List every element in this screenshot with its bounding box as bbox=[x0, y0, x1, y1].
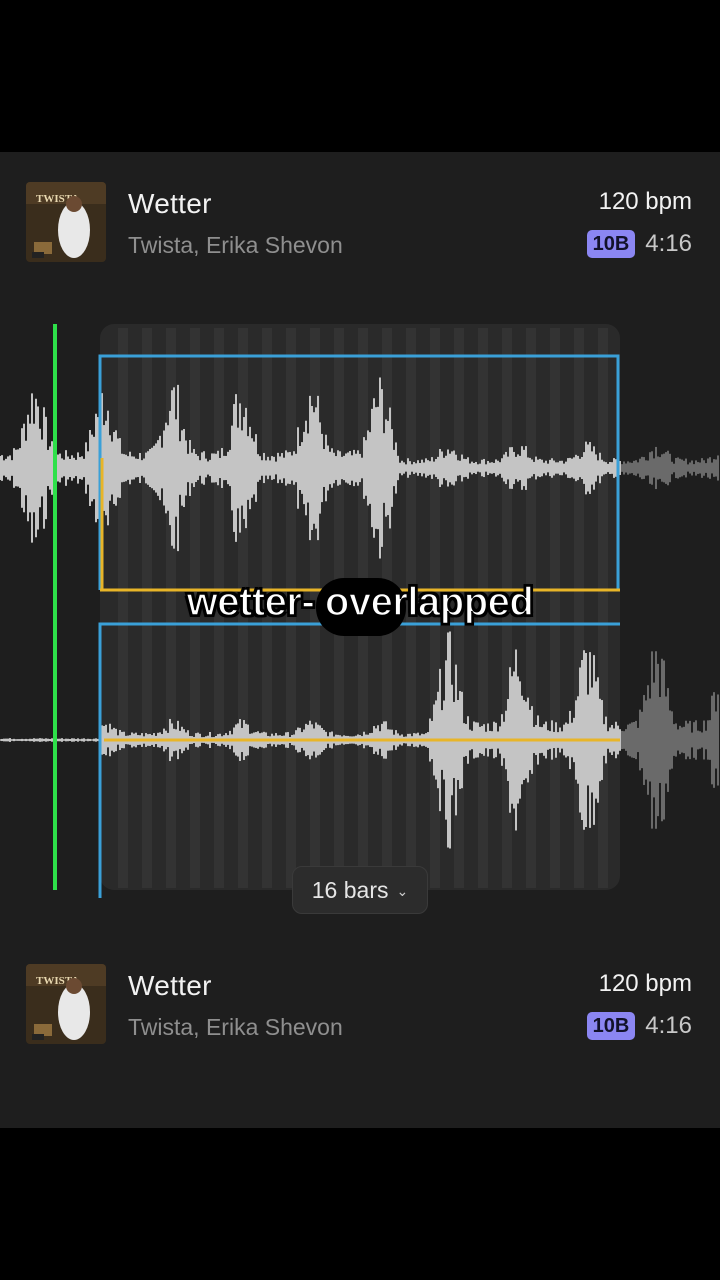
track-meta: 10B 4:16 bbox=[586, 230, 692, 258]
track-duration: 4:16 bbox=[645, 1012, 692, 1039]
track-row-top[interactable]: TWISTA Wetter Twista, Erika Shevon 120 b… bbox=[0, 180, 720, 264]
chevron-down-icon: ⌄ bbox=[396, 882, 409, 899]
track-title: Wetter bbox=[128, 188, 212, 219]
track-meta: 10B 4:16 bbox=[586, 1012, 692, 1040]
track-bpm: 120 bpm bbox=[598, 970, 692, 997]
track-duration: 4:16 bbox=[645, 230, 692, 257]
track-artist: Twista, Erika Shevon bbox=[128, 1014, 343, 1040]
video-caption: wetter- overlapped bbox=[186, 579, 535, 625]
track-row-bottom[interactable]: TWISTA Wetter Twista, Erika Shevon 120 b… bbox=[0, 962, 720, 1046]
album-cover: TWISTA bbox=[26, 182, 106, 262]
loop-length-label: 16 bars bbox=[311, 876, 389, 903]
key-badge: 10B bbox=[586, 1012, 636, 1040]
track-artist: Twista, Erika Shevon bbox=[128, 232, 343, 258]
track-bpm: 120 bpm bbox=[598, 188, 692, 215]
track-title: Wetter bbox=[128, 970, 212, 1001]
album-cover: TWISTA bbox=[26, 964, 106, 1044]
loop-length-dropdown[interactable]: 16 bars ⌄ bbox=[292, 866, 428, 914]
key-badge: 10B bbox=[586, 230, 636, 258]
